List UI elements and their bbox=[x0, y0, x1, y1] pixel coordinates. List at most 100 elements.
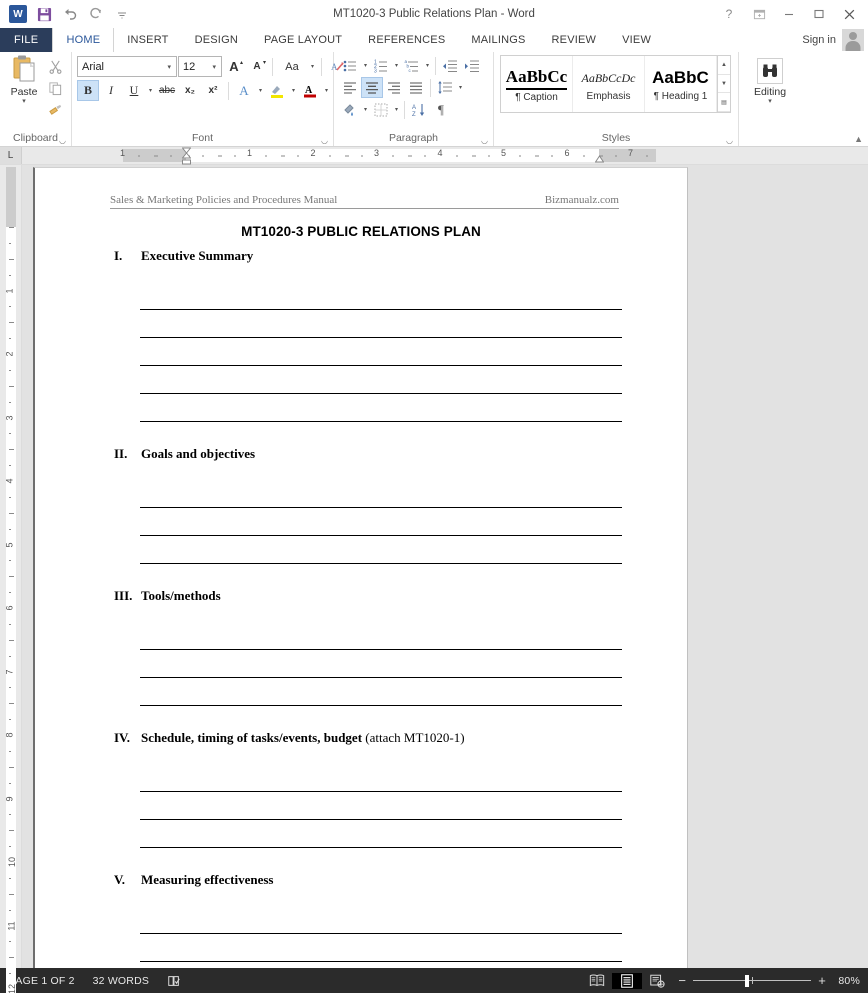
multilevel-dropdown-icon[interactable]: ▾ bbox=[423, 62, 432, 69]
tab-insert[interactable]: INSERT bbox=[114, 28, 181, 52]
save-icon[interactable] bbox=[31, 3, 57, 25]
rule-line[interactable] bbox=[140, 480, 622, 508]
cut-icon[interactable] bbox=[44, 56, 66, 77]
align-left-icon[interactable] bbox=[339, 77, 361, 98]
rule-line[interactable] bbox=[140, 678, 622, 706]
customize-qat-icon[interactable] bbox=[109, 3, 135, 25]
shading-icon[interactable] bbox=[339, 99, 361, 120]
shading-dropdown-icon[interactable]: ▾ bbox=[361, 106, 370, 113]
grow-font-icon[interactable]: A ▴ bbox=[223, 56, 245, 77]
numbering-icon[interactable]: 123 bbox=[370, 55, 392, 76]
align-center-icon[interactable] bbox=[361, 77, 383, 98]
help-button[interactable]: ? bbox=[714, 3, 744, 25]
styles-more-icon[interactable]: ▤ bbox=[718, 93, 730, 113]
tab-view[interactable]: VIEW bbox=[609, 28, 664, 52]
change-case-dropdown-icon[interactable]: ▾ bbox=[308, 63, 317, 70]
font-size-dropdown-icon[interactable]: ▾ bbox=[209, 63, 219, 71]
horizontal-ruler-track[interactable]: 1 1 2 3 4 5 6 7 bbox=[22, 147, 868, 165]
style-heading1[interactable]: AaBbC ¶ Heading 1 bbox=[645, 56, 717, 112]
line-spacing-dropdown-icon[interactable]: ▾ bbox=[456, 84, 465, 91]
section-rule-lines[interactable] bbox=[35, 480, 687, 564]
section-rule-lines[interactable] bbox=[35, 282, 687, 422]
tab-references[interactable]: REFERENCES bbox=[355, 28, 458, 52]
strikethrough-button[interactable]: abc bbox=[156, 80, 178, 101]
rule-line[interactable] bbox=[140, 934, 622, 962]
bullets-icon[interactable] bbox=[339, 55, 361, 76]
justify-icon[interactable] bbox=[405, 77, 427, 98]
underline-dropdown-icon[interactable]: ▾ bbox=[146, 87, 155, 94]
ribbon-display-options-button[interactable] bbox=[744, 3, 774, 25]
word-count[interactable]: 32 WORDS bbox=[84, 968, 158, 993]
paste-dropdown-icon[interactable]: ▾ bbox=[22, 98, 26, 106]
borders-dropdown-icon[interactable]: ▾ bbox=[392, 106, 401, 113]
rule-line[interactable] bbox=[140, 764, 622, 792]
style-emphasis[interactable]: AaBbCcDc Emphasis bbox=[573, 56, 645, 112]
styles-scroll-up-icon[interactable]: ▲ bbox=[718, 56, 730, 75]
word-logo-icon[interactable]: W bbox=[5, 3, 31, 25]
rule-line[interactable] bbox=[140, 508, 622, 536]
superscript-button[interactable]: x² bbox=[202, 80, 224, 101]
bullets-dropdown-icon[interactable]: ▾ bbox=[361, 62, 370, 69]
styles-dialog-launcher[interactable]: ◡ bbox=[725, 136, 734, 145]
highlight-icon[interactable] bbox=[266, 80, 288, 101]
paste-button[interactable]: Paste ▾ bbox=[4, 54, 44, 106]
increase-indent-icon[interactable] bbox=[461, 55, 483, 76]
rule-line[interactable] bbox=[140, 338, 622, 366]
format-painter-icon[interactable] bbox=[44, 100, 66, 121]
section-rule-lines[interactable] bbox=[35, 906, 687, 968]
document-page[interactable]: Sales & Marketing Policies and Procedure… bbox=[33, 167, 688, 968]
zoom-level[interactable]: 80% bbox=[836, 975, 868, 987]
decrease-indent-icon[interactable] bbox=[439, 55, 461, 76]
rule-line[interactable] bbox=[140, 282, 622, 310]
bold-button[interactable]: B bbox=[77, 80, 99, 101]
paragraph-dialog-launcher[interactable]: ◡ bbox=[480, 136, 489, 145]
tab-home[interactable]: HOME bbox=[52, 28, 115, 52]
clipboard-dialog-launcher[interactable]: ◡ bbox=[58, 136, 67, 145]
shrink-font-icon[interactable]: A ▾ bbox=[246, 56, 268, 77]
rule-line[interactable] bbox=[140, 366, 622, 394]
font-color-icon[interactable]: A bbox=[299, 80, 321, 101]
rule-line[interactable] bbox=[140, 536, 622, 564]
font-name-combo[interactable]: Arial ▾ bbox=[77, 56, 177, 77]
line-spacing-icon[interactable] bbox=[434, 77, 456, 98]
rule-line[interactable] bbox=[140, 792, 622, 820]
binoculars-icon[interactable] bbox=[757, 58, 783, 84]
undo-icon[interactable] bbox=[57, 3, 83, 25]
redo-icon[interactable] bbox=[83, 3, 109, 25]
font-size-combo[interactable]: 12 ▾ bbox=[178, 56, 222, 77]
text-effects-dropdown-icon[interactable]: ▾ bbox=[256, 87, 265, 94]
text-effects-icon[interactable]: A bbox=[233, 80, 255, 101]
copy-icon[interactable] bbox=[44, 78, 66, 99]
right-indent-marker[interactable] bbox=[594, 151, 605, 165]
vertical-ruler[interactable]: 1 2 3 4 5 6 7 8 9 10 11 12 bbox=[0, 165, 22, 993]
zoom-in-button[interactable]: + bbox=[818, 973, 826, 988]
highlight-dropdown-icon[interactable]: ▾ bbox=[289, 87, 298, 94]
section-rule-lines[interactable] bbox=[35, 622, 687, 706]
font-name-dropdown-icon[interactable]: ▾ bbox=[164, 63, 174, 71]
zoom-slider-thumb[interactable] bbox=[745, 974, 750, 987]
rule-line[interactable] bbox=[140, 310, 622, 338]
show-formatting-marks-icon[interactable]: ¶ bbox=[430, 99, 452, 120]
font-color-dropdown-icon[interactable]: ▾ bbox=[322, 87, 331, 94]
rule-line[interactable] bbox=[140, 820, 622, 848]
borders-icon[interactable] bbox=[370, 99, 392, 120]
tab-mailings[interactable]: MAILINGS bbox=[458, 28, 538, 52]
change-case-icon[interactable]: Aa bbox=[277, 56, 307, 77]
zoom-out-button[interactable]: − bbox=[678, 973, 686, 988]
maximize-button[interactable] bbox=[804, 3, 834, 25]
style-caption[interactable]: AaBbCc ¶ Caption bbox=[501, 56, 573, 112]
rule-line[interactable] bbox=[140, 650, 622, 678]
minimize-button[interactable] bbox=[774, 3, 804, 25]
subscript-button[interactable]: x₂ bbox=[179, 80, 201, 101]
multilevel-list-icon[interactable]: abc bbox=[401, 55, 423, 76]
avatar[interactable] bbox=[842, 29, 864, 51]
close-button[interactable] bbox=[834, 3, 864, 25]
rule-line[interactable] bbox=[140, 962, 622, 968]
tab-file[interactable]: FILE bbox=[0, 28, 53, 52]
numbering-dropdown-icon[interactable]: ▾ bbox=[392, 62, 401, 69]
collapse-ribbon-icon[interactable]: ▲ bbox=[854, 134, 863, 144]
rule-line[interactable] bbox=[140, 906, 622, 934]
print-layout-view-button[interactable] bbox=[612, 972, 643, 989]
sort-icon[interactable]: AZ bbox=[408, 99, 430, 120]
rule-line[interactable] bbox=[140, 394, 622, 422]
